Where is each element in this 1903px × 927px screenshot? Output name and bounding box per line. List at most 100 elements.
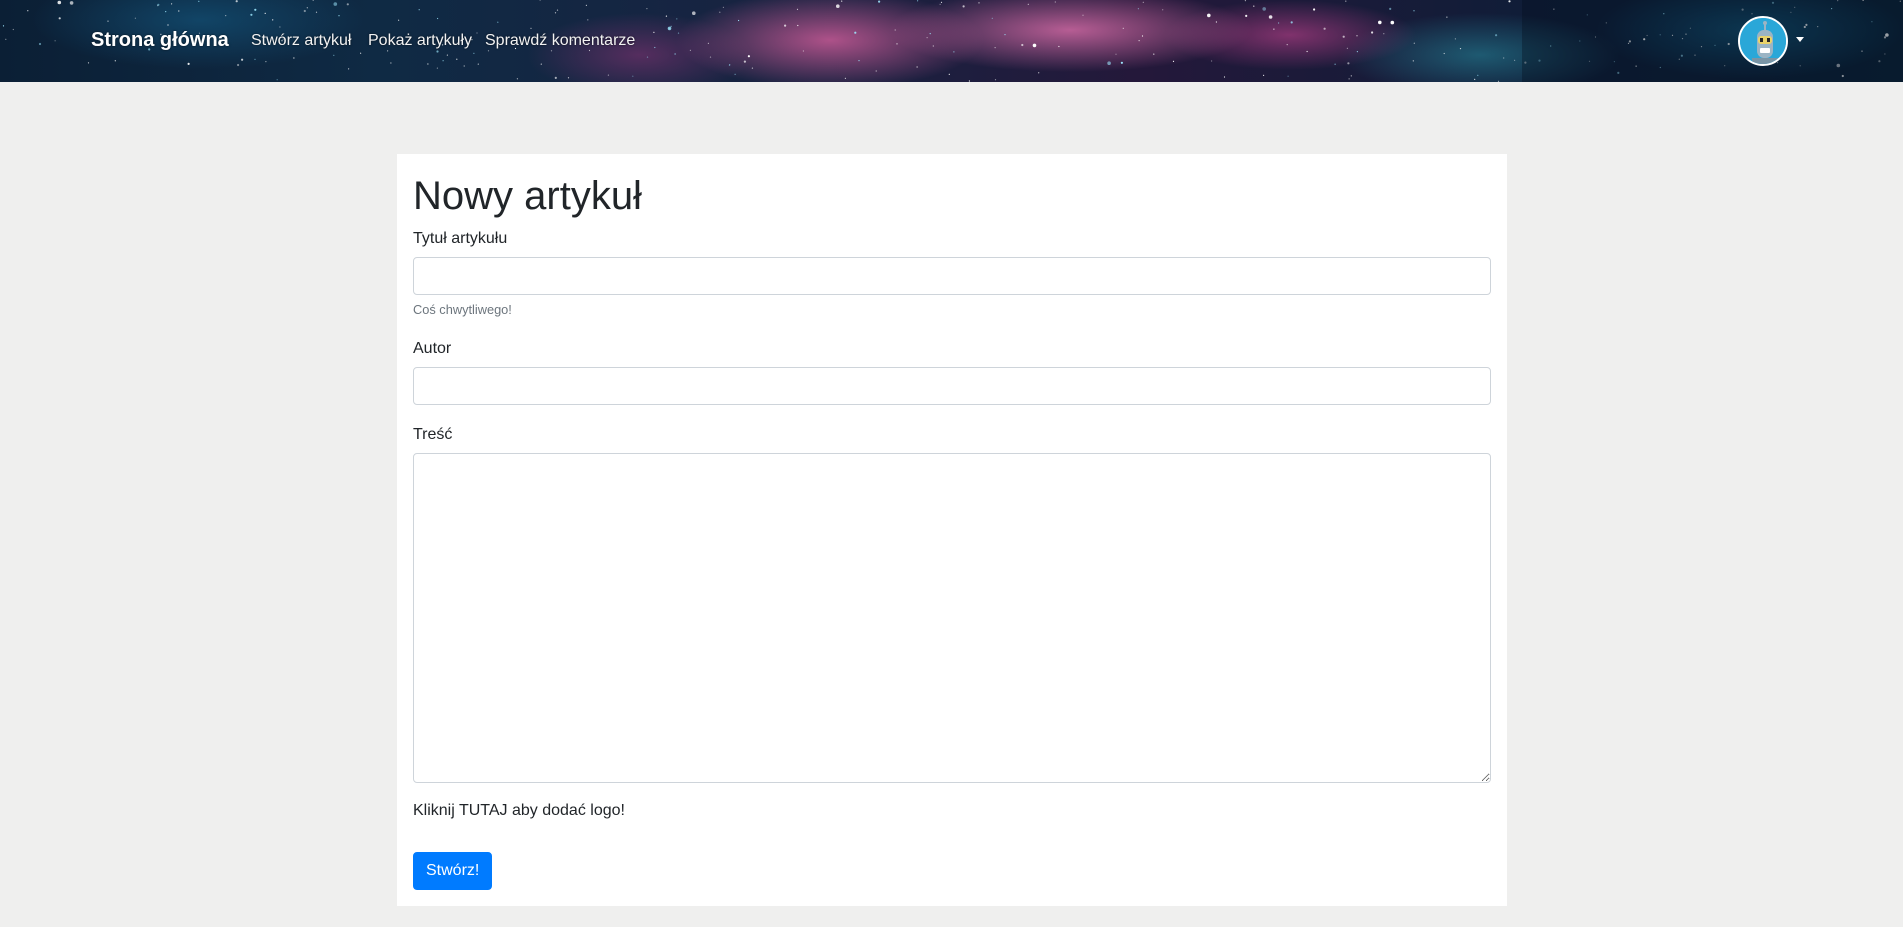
star bbox=[1459, 48, 1462, 50]
star bbox=[1287, 75, 1289, 77]
star bbox=[894, 29, 896, 31]
star bbox=[1443, 52, 1445, 55]
star bbox=[473, 52, 475, 54]
brand-home-link[interactable]: Strona główna bbox=[91, 29, 229, 52]
star bbox=[38, 42, 42, 46]
star bbox=[1342, 35, 1345, 38]
star bbox=[456, 58, 458, 60]
title-input[interactable] bbox=[413, 257, 1491, 295]
star bbox=[709, 56, 712, 58]
star bbox=[932, 45, 934, 47]
star bbox=[1162, 9, 1164, 11]
star bbox=[114, 60, 116, 62]
star bbox=[1474, 78, 1476, 80]
star bbox=[646, 56, 649, 58]
star bbox=[1278, 22, 1280, 24]
star bbox=[554, 76, 557, 79]
star bbox=[1413, 10, 1415, 12]
content-textarea[interactable] bbox=[413, 453, 1491, 783]
star bbox=[5, 38, 7, 40]
star bbox=[646, 8, 648, 10]
star bbox=[751, 67, 754, 69]
star bbox=[1021, 43, 1024, 47]
star bbox=[962, 5, 965, 8]
chevron-down-icon[interactable] bbox=[1796, 37, 1804, 42]
star bbox=[442, 60, 444, 62]
star bbox=[539, 0, 541, 1]
star bbox=[654, 46, 656, 49]
star bbox=[436, 67, 438, 69]
star bbox=[670, 25, 672, 27]
star bbox=[2, 25, 5, 27]
star bbox=[878, 0, 881, 3]
star bbox=[437, 17, 439, 20]
nav-create-article[interactable]: Stwórz artykuł bbox=[251, 32, 351, 50]
star bbox=[841, 0, 843, 2]
star bbox=[279, 26, 281, 28]
star bbox=[607, 74, 610, 76]
star bbox=[1142, 1, 1144, 3]
star bbox=[1273, 28, 1275, 30]
star bbox=[134, 17, 136, 19]
star bbox=[940, 1, 943, 3]
star bbox=[926, 37, 928, 39]
star bbox=[1356, 35, 1358, 37]
star bbox=[836, 4, 840, 8]
star bbox=[1350, 75, 1352, 77]
star bbox=[1120, 61, 1123, 64]
page-title: Nowy artykuł bbox=[413, 174, 642, 218]
star bbox=[187, 62, 190, 65]
star bbox=[1138, 40, 1140, 42]
star bbox=[1153, 53, 1155, 55]
star bbox=[254, 58, 256, 61]
star bbox=[1223, 76, 1226, 78]
star bbox=[1137, 8, 1139, 10]
star bbox=[303, 9, 306, 13]
star bbox=[689, 49, 692, 52]
star bbox=[1454, 38, 1456, 40]
nav-show-articles[interactable]: Pokaż artykuły bbox=[368, 32, 472, 50]
star bbox=[677, 32, 680, 34]
star bbox=[1389, 7, 1392, 10]
star bbox=[348, 68, 350, 70]
star bbox=[540, 63, 542, 65]
star bbox=[1334, 63, 1336, 65]
add-logo-link[interactable]: Kliknij TUTAJ aby dodać logo! bbox=[413, 802, 625, 820]
star bbox=[1348, 78, 1350, 80]
star bbox=[653, 31, 655, 33]
nav-check-comments[interactable]: Sprawdź komentarze bbox=[485, 32, 635, 50]
star bbox=[12, 28, 14, 31]
star bbox=[1503, 57, 1505, 59]
star bbox=[916, 66, 918, 68]
robot-avatar-icon[interactable] bbox=[1738, 16, 1788, 66]
star bbox=[1058, 45, 1060, 48]
star bbox=[896, 43, 898, 45]
star bbox=[333, 54, 335, 56]
star bbox=[1286, 44, 1288, 46]
star bbox=[1346, 47, 1348, 49]
star bbox=[346, 3, 349, 6]
star bbox=[1054, 1, 1056, 3]
star bbox=[1413, 42, 1415, 44]
star bbox=[929, 33, 931, 35]
star bbox=[556, 9, 559, 11]
star bbox=[1378, 20, 1382, 25]
star bbox=[719, 11, 721, 13]
star bbox=[265, 61, 267, 63]
create-button[interactable]: Stwórz! bbox=[413, 852, 493, 890]
star bbox=[1215, 21, 1217, 23]
star bbox=[1371, 31, 1374, 34]
star bbox=[692, 11, 696, 15]
star bbox=[497, 21, 499, 23]
star bbox=[1027, 3, 1029, 5]
star bbox=[235, 0, 238, 3]
star bbox=[676, 18, 678, 20]
star bbox=[858, 60, 860, 62]
star bbox=[107, 20, 109, 22]
star bbox=[477, 63, 479, 65]
star bbox=[312, 0, 314, 1]
star bbox=[1412, 60, 1414, 62]
star bbox=[360, 52, 362, 54]
author-input[interactable] bbox=[413, 367, 1491, 405]
star bbox=[978, 2, 980, 4]
